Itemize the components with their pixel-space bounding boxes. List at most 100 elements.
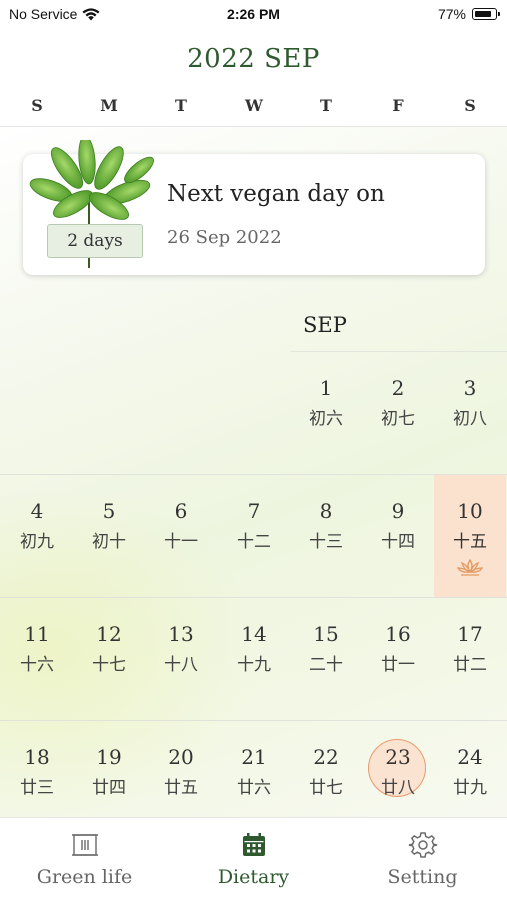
lunar-date: 廿六 bbox=[237, 778, 271, 798]
lunar-date: 十五 bbox=[453, 532, 487, 552]
day-number: 24 bbox=[457, 745, 483, 769]
day-number: 7 bbox=[247, 499, 261, 523]
day-cell[interactable]: 22 廿七 bbox=[290, 721, 362, 817]
day-cell[interactable]: 12 十七 bbox=[73, 598, 145, 720]
day-number: 4 bbox=[30, 499, 44, 523]
lunar-date: 廿一 bbox=[381, 655, 415, 675]
status-bar: No Service 2:26 PM 77% bbox=[0, 0, 507, 30]
day-cell[interactable]: 19 廿四 bbox=[73, 721, 145, 817]
day-cell[interactable]: 4 初九 bbox=[1, 475, 73, 597]
lunar-date: 廿二 bbox=[453, 655, 487, 675]
weekday-label: T bbox=[175, 96, 187, 115]
day-number: 14 bbox=[241, 622, 267, 646]
day-number: 1 bbox=[319, 376, 333, 400]
day-number: 18 bbox=[24, 745, 50, 769]
day-cell[interactable]: 5 初十 bbox=[73, 475, 145, 597]
card-title: Next vegan day on bbox=[167, 181, 385, 207]
clock: 2:26 PM bbox=[227, 6, 280, 22]
tab-dietary[interactable]: Dietary bbox=[169, 818, 338, 901]
weekday-header: S M T W T F S bbox=[0, 96, 507, 118]
day-number: 20 bbox=[168, 745, 194, 769]
day-cell[interactable]: 7 十二 bbox=[218, 475, 290, 597]
month-label: SEP bbox=[303, 313, 347, 337]
weekday-label: S bbox=[31, 96, 43, 115]
card-date: 26 Sep 2022 bbox=[167, 227, 282, 248]
lunar-date: 廿三 bbox=[20, 778, 54, 798]
lotus-icon bbox=[456, 558, 484, 576]
tab-label: Green life bbox=[36, 866, 133, 888]
day-number: 16 bbox=[385, 622, 411, 646]
day-cell[interactable]: 15 二十 bbox=[290, 598, 362, 720]
next-vegan-day-card[interactable]: 2 days Next vegan day on 26 Sep 2022 bbox=[23, 140, 485, 275]
weekday-label: W bbox=[245, 96, 263, 115]
day-cell[interactable]: 16 廿一 bbox=[362, 598, 434, 720]
lunar-date: 初六 bbox=[309, 409, 343, 429]
day-cell[interactable]: 11 十六 bbox=[1, 598, 73, 720]
lunar-date: 廿五 bbox=[164, 778, 198, 798]
day-cell[interactable]: 14 十九 bbox=[218, 598, 290, 720]
tab-bar: Green life Dietary Setting bbox=[0, 817, 507, 901]
day-cell[interactable]: 2 初七 bbox=[362, 352, 434, 474]
day-cell-vegan-day[interactable]: 10 十五 bbox=[434, 475, 506, 597]
lunar-date: 初八 bbox=[453, 409, 487, 429]
lunar-date: 十七 bbox=[92, 655, 126, 675]
lunar-date: 十三 bbox=[309, 532, 343, 552]
day-cell[interactable]: 20 廿五 bbox=[145, 721, 217, 817]
day-cell[interactable]: 3 初八 bbox=[434, 352, 506, 474]
day-cell[interactable]: 8 十三 bbox=[290, 475, 362, 597]
lunar-date: 二十 bbox=[309, 655, 343, 675]
day-number: 23 bbox=[385, 745, 411, 769]
day-number: 21 bbox=[241, 745, 267, 769]
day-number: 10 bbox=[457, 499, 483, 523]
tab-setting[interactable]: Setting bbox=[338, 818, 507, 901]
scroll-icon bbox=[72, 834, 98, 856]
day-cell[interactable]: 18 廿三 bbox=[1, 721, 73, 817]
day-number: 9 bbox=[391, 499, 405, 523]
lunar-date: 初九 bbox=[20, 532, 54, 552]
day-number: 6 bbox=[174, 499, 188, 523]
day-cell[interactable]: 17 廿二 bbox=[434, 598, 506, 720]
day-number: 3 bbox=[463, 376, 477, 400]
weekday-label: F bbox=[392, 96, 404, 115]
day-cell[interactable]: 21 廿六 bbox=[218, 721, 290, 817]
tab-label: Setting bbox=[387, 866, 458, 888]
lunar-date: 十九 bbox=[237, 655, 271, 675]
tab-green-life[interactable]: Green life bbox=[0, 818, 169, 901]
weekday-label: T bbox=[320, 96, 332, 115]
days-remaining-badge: 2 days bbox=[47, 224, 143, 258]
lunar-date: 十八 bbox=[164, 655, 198, 675]
calendar-title[interactable]: 2022 SEP bbox=[0, 44, 507, 74]
gear-icon bbox=[408, 832, 438, 858]
day-cell[interactable]: 13 十八 bbox=[145, 598, 217, 720]
lunar-date: 初七 bbox=[381, 409, 415, 429]
day-number: 8 bbox=[319, 499, 333, 523]
lunar-date: 十二 bbox=[237, 532, 271, 552]
day-number: 17 bbox=[457, 622, 483, 646]
calendar-icon bbox=[243, 833, 265, 856]
day-number: 19 bbox=[96, 745, 122, 769]
lunar-date: 十一 bbox=[164, 532, 198, 552]
lunar-date: 廿九 bbox=[453, 778, 487, 798]
weekday-label: S bbox=[464, 96, 476, 115]
day-number: 11 bbox=[24, 622, 50, 646]
day-number: 12 bbox=[96, 622, 122, 646]
lunar-date: 廿八 bbox=[381, 778, 415, 798]
day-number: 2 bbox=[391, 376, 405, 400]
lunar-date: 廿七 bbox=[309, 778, 343, 798]
battery-percent: 77% bbox=[437, 6, 466, 22]
day-cell[interactable]: 24 廿九 bbox=[434, 721, 506, 817]
lunar-date: 十六 bbox=[20, 655, 54, 675]
day-number: 22 bbox=[313, 745, 339, 769]
weekday-label: M bbox=[100, 96, 118, 115]
lunar-date: 十四 bbox=[381, 532, 415, 552]
day-cell[interactable]: 9 十四 bbox=[362, 475, 434, 597]
day-number: 13 bbox=[168, 622, 194, 646]
day-cell[interactable]: 1 初六 bbox=[290, 352, 362, 474]
day-cell[interactable]: 6 十一 bbox=[145, 475, 217, 597]
battery-icon bbox=[472, 8, 500, 20]
day-cell-today[interactable]: 23 廿八 bbox=[362, 721, 434, 817]
day-number: 15 bbox=[313, 622, 339, 646]
tab-label: Dietary bbox=[217, 866, 290, 888]
battery-info: 77% bbox=[437, 6, 500, 22]
lunar-date: 廿四 bbox=[92, 778, 126, 798]
